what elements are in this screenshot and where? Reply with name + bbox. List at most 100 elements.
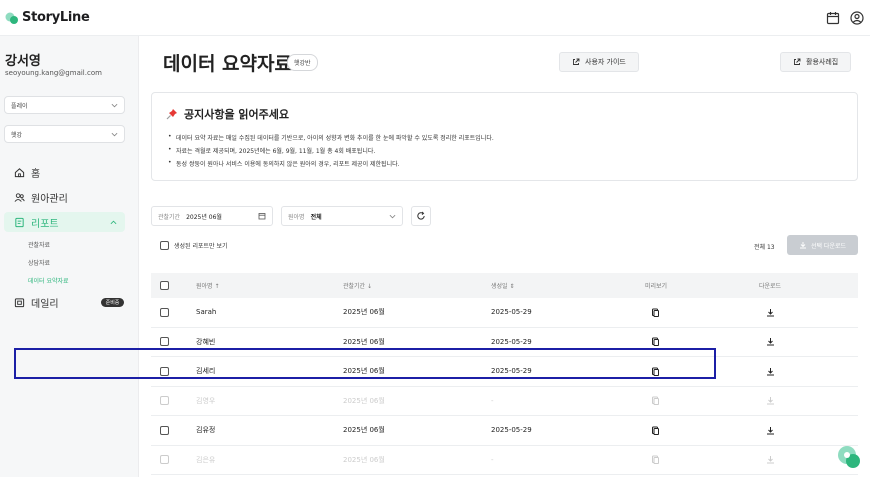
top-bar: StoryLine xyxy=(0,0,870,36)
select-all-checkbox[interactable] xyxy=(160,281,169,290)
storyline-logo-icon xyxy=(5,12,18,24)
row-checkbox[interactable] xyxy=(160,337,169,347)
download-selected-button[interactable]: 선택 다운로드 xyxy=(787,235,858,255)
row-date: 2025-05-29 xyxy=(491,308,532,317)
row-name: 김은유 xyxy=(196,455,216,464)
sidebar-item-report[interactable]: 리포트 xyxy=(4,212,125,232)
calendar-book-icon xyxy=(14,297,25,307)
preview-icon[interactable] xyxy=(651,455,660,465)
notice-item: 동성 쌍둥이 원아나 서비스 이용에 동의하지 않은 원아의 경우, 리포트 제… xyxy=(168,159,494,168)
user-guide-label: 사용자 가이드 xyxy=(585,58,626,66)
preview-icon[interactable] xyxy=(651,337,660,347)
generated-only-toggle[interactable]: 생성된 리포트만 보기 xyxy=(160,241,228,250)
refresh-icon xyxy=(417,211,425,220)
sidebar-item-home[interactable]: 홈 xyxy=(4,162,125,182)
col-period-header[interactable]: 관찰기간 ↓ xyxy=(343,281,372,290)
notice-title: 공지사항을 읽어주세요 xyxy=(166,106,289,122)
row-checkbox[interactable] xyxy=(160,455,169,465)
app-name: StoryLine xyxy=(22,10,90,25)
preview-icon[interactable] xyxy=(651,396,660,406)
external-link-icon xyxy=(573,58,580,65)
preparing-badge: 준비중 xyxy=(100,297,125,307)
use-cases-button[interactable]: 활용사례집 xyxy=(780,52,852,72)
external-link-icon xyxy=(794,58,801,65)
child-filter-label: 원아명 xyxy=(288,213,305,221)
child-filter-value: 전체 xyxy=(310,213,322,221)
period-filter[interactable]: 관찰기간 2025년 06월 xyxy=(151,206,273,226)
user-guide-button[interactable]: 사용자 가이드 xyxy=(559,52,639,72)
table-row[interactable]: Sarah 2025년 06월 2025-05-29 xyxy=(151,298,858,328)
col-date-label: 생성일 xyxy=(491,283,508,290)
row-checkbox[interactable] xyxy=(160,307,169,317)
chevron-up-icon xyxy=(110,220,117,225)
row-period: 2025년 06월 xyxy=(343,426,385,435)
sidebar-item-label: 데일리 xyxy=(31,298,59,310)
selection-highlight xyxy=(14,348,716,379)
download-icon xyxy=(799,242,806,249)
download-icon[interactable] xyxy=(766,426,775,435)
page-title: 데이터 요약자료 xyxy=(163,53,292,75)
preview-icon[interactable] xyxy=(651,426,660,435)
table-row[interactable]: 김영우 2025년 06월 - xyxy=(151,387,858,416)
chevron-down-icon xyxy=(389,214,396,218)
user-name: 강서영 xyxy=(5,54,41,69)
floating-help-button[interactable] xyxy=(836,444,862,470)
row-checkbox[interactable] xyxy=(160,396,169,406)
download-icon[interactable] xyxy=(766,337,775,346)
col-period-label: 관찰기간 xyxy=(343,283,366,290)
preview-icon[interactable] xyxy=(651,308,660,317)
row-name: 김영우 xyxy=(196,396,216,405)
document-icon xyxy=(15,217,24,227)
col-download-header: 다운로드 xyxy=(759,283,782,290)
download-icon[interactable] xyxy=(766,308,775,317)
notice-list: 데이터 요약 자료는 매일 수집된 데이터를 기반으로, 아이의 성향과 변화 … xyxy=(168,133,494,172)
row-date: 2025-05-29 xyxy=(491,426,532,435)
sidebar: 강서영 seoyoung.kang@gmail.com 플레이 햇강 홈 원아관… xyxy=(0,36,139,477)
child-filter[interactable]: 원아명 전체 xyxy=(281,206,403,226)
refresh-button[interactable] xyxy=(411,206,431,226)
download-icon[interactable] xyxy=(766,396,775,405)
user-account-icon[interactable] xyxy=(850,11,864,25)
row-period: 2025년 06월 xyxy=(343,337,385,346)
user-email: seoyoung.kang@gmail.com xyxy=(5,69,102,77)
download-icon[interactable] xyxy=(766,367,775,376)
chevron-down-icon xyxy=(111,103,118,108)
sidebar-item-children[interactable]: 원아관리 xyxy=(4,187,125,207)
sub-item-observation[interactable]: 관찰자료 xyxy=(28,240,50,249)
table-row[interactable]: 김은유 2025년 06월 - xyxy=(151,446,858,475)
chevron-down-icon xyxy=(111,132,118,137)
row-period: 2025년 06월 xyxy=(343,308,385,317)
class-select-2[interactable]: 햇강 xyxy=(4,125,125,143)
total-count: 전체 13 xyxy=(754,244,775,251)
notice-title-text: 공지사항을 읽어주세요 xyxy=(184,108,290,121)
row-name: Sarah xyxy=(196,308,217,317)
select-1-value: 플레이 xyxy=(11,103,28,110)
period-filter-value: 2025년 06월 xyxy=(186,213,222,221)
users-icon xyxy=(14,192,25,202)
col-date-header[interactable]: 생성일 ⇕ xyxy=(491,281,515,290)
row-checkbox[interactable] xyxy=(160,425,169,435)
notice-item: 자료는 격월로 제공되며, 2025년에는 6월, 9월, 11월, 1월 총 … xyxy=(168,146,494,155)
sidebar-item-label: 원아관리 xyxy=(31,193,68,205)
sidebar-item-daily[interactable]: 데일리 준비중 xyxy=(4,292,125,312)
row-period: 2025년 06월 xyxy=(343,396,385,405)
generated-only-checkbox[interactable] xyxy=(160,241,169,250)
calendar-icon[interactable] xyxy=(826,11,840,25)
sub-item-data-summary[interactable]: 데이터 요약자료 xyxy=(28,276,69,285)
generated-only-label: 생성된 리포트만 보기 xyxy=(174,243,228,250)
row-name: 강혜빈 xyxy=(196,337,216,346)
home-icon xyxy=(14,167,25,177)
row-period: 2025년 06월 xyxy=(343,455,385,464)
notice-box: 공지사항을 읽어주세요 데이터 요약 자료는 매일 수집된 데이터를 기반으로,… xyxy=(151,92,858,181)
row-name: 김유정 xyxy=(196,426,216,435)
storyline-logo[interactable]: StoryLine xyxy=(5,10,90,25)
class-select-1[interactable]: 플레이 xyxy=(4,96,125,114)
table-row[interactable]: 김유정 2025년 06월 2025-05-29 xyxy=(151,416,858,446)
row-date: - xyxy=(491,455,494,464)
download-icon[interactable] xyxy=(766,455,775,464)
row-date: 2025-05-29 xyxy=(491,337,532,346)
main-content: 데이터 요약자료 햇강반 사용자 가이드 활용사례집 공지사항을 읽어주세요 데… xyxy=(139,36,870,477)
sidebar-item-label: 리포트 xyxy=(31,218,59,230)
col-name-header[interactable]: 원아명 ↑ xyxy=(196,281,220,290)
sub-item-counseling[interactable]: 상담자료 xyxy=(28,258,50,267)
